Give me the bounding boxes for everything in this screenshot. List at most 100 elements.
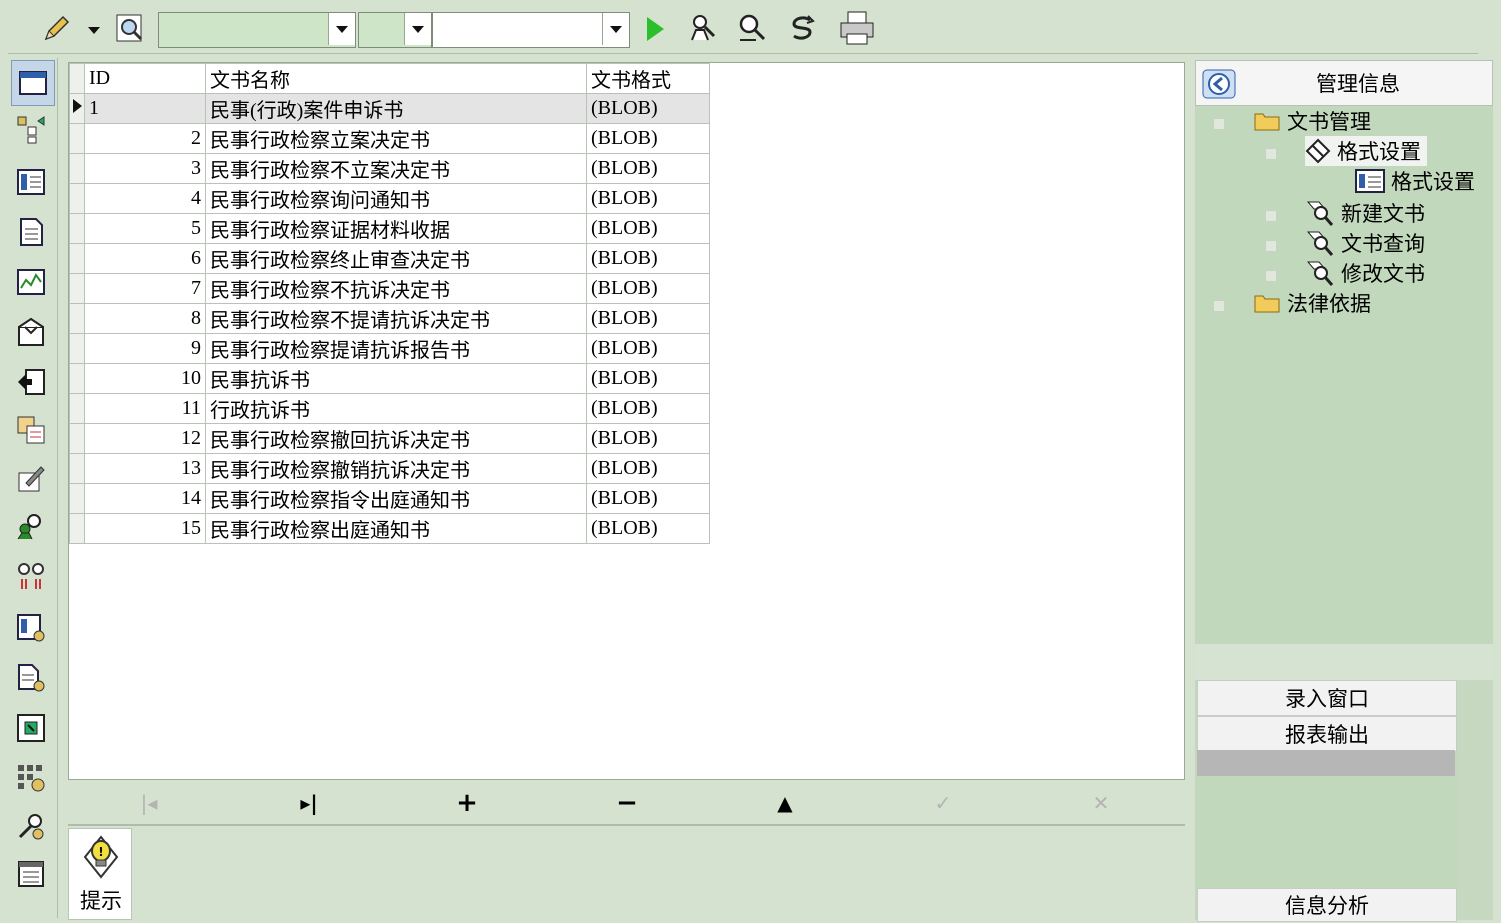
nav-delete-button[interactable]: − [612,788,642,818]
table-row[interactable]: 4 民事行政检察询问通知书 (BLOB) [69,183,710,214]
cell-format[interactable]: (BLOB) [586,213,710,244]
report-output-button[interactable]: 报表输出 [1197,716,1457,752]
cell-format[interactable]: (BLOB) [586,273,710,304]
table-row[interactable]: 11 行政抗诉书 (BLOB) [69,393,710,424]
nav-last-button[interactable]: ▸| [294,788,324,818]
cell-format[interactable]: (BLOB) [586,183,710,214]
find-icon[interactable] [112,10,148,46]
cell-name[interactable]: 民事行政检察提请抗诉报告书 [205,333,587,364]
report2-icon[interactable] [15,662,47,694]
table-row[interactable]: 3 民事行政检察不立案决定书 (BLOB) [69,153,710,184]
cell-id[interactable]: 10 [84,363,206,394]
row-indicator[interactable] [69,183,85,214]
play-icon[interactable] [640,12,670,46]
grid-icon[interactable] [15,712,47,744]
table-row[interactable]: 15 民事行政检察出庭通知书 (BLOB) [69,513,710,544]
table-row[interactable]: 2 民事行政检察立案决定书 (BLOB) [69,123,710,154]
row-indicator[interactable] [69,393,85,424]
cell-name[interactable]: 民事(行政)案件申诉书 [205,93,587,124]
tree-node-format-settings-child[interactable]: 格式设置 [1355,166,1475,196]
pencil-icon[interactable] [38,12,74,46]
table-row[interactable]: 13 民事行政检察撤销抗诉决定书 (BLOB) [69,453,710,484]
cell-name[interactable]: 民事行政检察立案决定书 [205,123,587,154]
search-icon[interactable] [734,10,770,46]
cell-format[interactable]: (BLOB) [586,513,710,544]
cell-name[interactable]: 民事行政检察撤回抗诉决定书 [205,423,587,454]
tree-node-query-doc[interactable]: 文书查询 [1305,228,1425,258]
tree-node-doc-mgmt[interactable]: 文书管理 [1253,106,1371,136]
tree-node-legal-basis[interactable]: 法律依据 [1253,288,1371,318]
row-indicator[interactable] [69,153,85,184]
row-indicator[interactable] [69,123,85,154]
cell-name[interactable]: 民事行政检察终止审查决定书 [205,243,587,274]
copy-icon[interactable] [15,414,47,446]
export-icon[interactable] [15,366,47,398]
nav-post-button[interactable]: ✓ [928,788,958,818]
cell-format[interactable]: (BLOB) [586,303,710,334]
list-icon[interactable] [15,166,47,198]
cell-id[interactable]: 14 [84,483,206,514]
table-row[interactable]: 14 民事行政检察指令出庭通知书 (BLOB) [69,483,710,514]
cell-format[interactable]: (BLOB) [586,393,710,424]
tree-expander[interactable] [1213,118,1225,130]
cell-name[interactable]: 民事抗诉书 [205,363,587,394]
cell-name[interactable]: 民事行政检察不立案决定书 [205,153,587,184]
table-row[interactable]: 8 民事行政检察不提请抗诉决定书 (BLOB) [69,303,710,334]
cell-id[interactable]: 5 [84,213,206,244]
row-indicator[interactable] [69,453,85,484]
chevron-down-icon[interactable] [328,13,355,45]
cell-format[interactable]: (BLOB) [586,453,710,484]
print-icon[interactable] [836,8,878,48]
cell-name[interactable]: 行政抗诉书 [205,393,587,424]
users-icon[interactable] [15,510,47,542]
collapse-icon[interactable] [1202,69,1236,103]
cell-id[interactable]: 9 [84,333,206,364]
hint-button[interactable]: ! 提示 [68,828,132,920]
cell-id[interactable]: 15 [84,513,206,544]
entry-window-button[interactable]: 录入窗口 [1197,680,1457,716]
cell-name[interactable]: 民事行政检察撤销抗诉决定书 [205,453,587,484]
cell-id[interactable]: 2 [84,123,206,154]
document-icon[interactable] [15,216,47,248]
chevron-down-icon[interactable] [602,13,629,45]
combo-box-1[interactable] [158,12,356,48]
cell-format[interactable]: (BLOB) [586,333,710,364]
tree-expander[interactable] [1265,270,1277,282]
tree-node-new-doc[interactable]: 新建文书 [1305,198,1425,228]
nav-cancel-button[interactable]: ✕ [1086,788,1116,818]
table-row[interactable]: 6 民事行政检察终止审查决定书 (BLOB) [69,243,710,274]
cell-name[interactable]: 民事行政检察不抗诉决定书 [205,273,587,304]
table-row[interactable]: 10 民事抗诉书 (BLOB) [69,363,710,394]
cell-id[interactable]: 12 [84,423,206,454]
dropdown-arrow-icon[interactable] [86,18,102,42]
cell-format[interactable]: (BLOB) [586,363,710,394]
cell-id[interactable]: 4 [84,183,206,214]
current-row-indicator-icon[interactable] [69,93,85,124]
row-indicator[interactable] [69,273,85,304]
nav-first-button[interactable]: |◂ [134,788,164,818]
row-indicator[interactable] [69,333,85,364]
column-header-format[interactable]: 文书格式 [586,63,710,94]
cell-format[interactable]: (BLOB) [586,123,710,154]
combo-box-3[interactable] [432,12,630,48]
tree-expander[interactable] [1265,240,1277,252]
tree-expander[interactable] [1213,300,1225,312]
table-row[interactable]: 5 民事行政检察证据材料收据 (BLOB) [69,213,710,244]
cell-format[interactable]: (BLOB) [586,243,710,274]
column-header-name[interactable]: 文书名称 [205,63,587,94]
tree-node-modify-doc[interactable]: 修改文书 [1305,258,1425,288]
row-indicator[interactable] [69,303,85,334]
cell-format[interactable]: (BLOB) [586,93,710,124]
table-row[interactable]: 7 民事行政检察不抗诉决定书 (BLOB) [69,273,710,304]
cell-id[interactable]: 7 [84,273,206,304]
row-indicator[interactable] [69,363,85,394]
cell-name[interactable]: 民事行政检察询问通知书 [205,183,587,214]
tree-expander[interactable] [1265,148,1277,160]
row-indicator[interactable] [69,423,85,454]
row-indicator[interactable] [69,483,85,514]
nav-insert-button[interactable]: + [452,788,482,818]
refresh-icon[interactable] [784,10,820,46]
tree-expander[interactable] [1265,210,1277,222]
window-icon[interactable] [11,60,55,106]
row-indicator[interactable] [69,513,85,544]
